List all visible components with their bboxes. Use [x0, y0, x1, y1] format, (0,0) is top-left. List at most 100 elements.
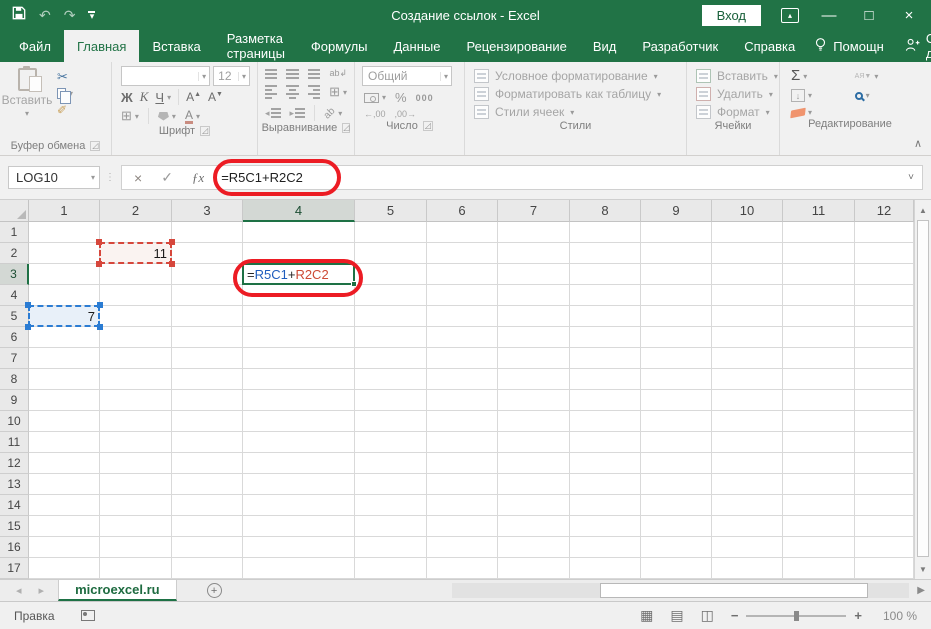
customize-qat-icon[interactable]: ▾ — [88, 11, 95, 19]
cell-r8c2[interactable] — [100, 369, 172, 390]
cell-r2c4[interactable] — [243, 243, 355, 264]
cell-r15c10[interactable] — [712, 516, 783, 537]
cell-r1c8[interactable] — [570, 222, 641, 243]
undo-icon[interactable]: ↶ — [39, 7, 51, 24]
normal-view-icon[interactable]: ▦ — [640, 607, 653, 624]
cell-r4c4[interactable] — [243, 285, 355, 306]
cell-r6c12[interactable] — [855, 327, 914, 348]
number-format-combo[interactable]: Общий▾ — [362, 66, 452, 86]
cell-r2c6[interactable] — [427, 243, 498, 264]
copy-button[interactable]: ▾ — [57, 88, 73, 99]
cell-r12c7[interactable] — [498, 453, 570, 474]
tab-insert[interactable]: Вставка — [139, 30, 213, 62]
vertical-scrollbar-thumb[interactable] — [917, 220, 929, 557]
cell-r7c10[interactable] — [712, 348, 783, 369]
shrink-font-button[interactable]: А▼ — [208, 90, 223, 104]
cell-r4c1[interactable] — [29, 285, 100, 306]
cell-r15c3[interactable] — [172, 516, 243, 537]
format-as-table-button[interactable]: Форматировать как таблицу▾ — [474, 87, 677, 101]
cell-r4c11[interactable] — [783, 285, 855, 306]
cell-r12c10[interactable] — [712, 453, 783, 474]
scroll-right-icon[interactable]: ▶ — [917, 580, 925, 601]
cell-r1c9[interactable] — [641, 222, 712, 243]
row-header-12[interactable]: 12 — [0, 453, 29, 474]
row-header-13[interactable]: 13 — [0, 474, 29, 495]
cell-r7c6[interactable] — [427, 348, 498, 369]
fill-color-button[interactable]: ▾ — [158, 112, 176, 121]
align-right-icon[interactable] — [308, 85, 320, 99]
cell-r15c1[interactable] — [29, 516, 100, 537]
cell-r6c10[interactable] — [712, 327, 783, 348]
format-cells-button[interactable]: Формат▾ — [696, 105, 770, 119]
cell-r11c10[interactable] — [712, 432, 783, 453]
find-select-button[interactable]: ▾ — [855, 89, 909, 102]
cell-r8c8[interactable] — [570, 369, 641, 390]
cell-r1c7[interactable] — [498, 222, 570, 243]
format-painter-icon[interactable]: ✐ — [57, 105, 73, 116]
cell-r6c5[interactable] — [355, 327, 427, 348]
cell-r5c9[interactable] — [641, 306, 712, 327]
cell-r12c4[interactable] — [243, 453, 355, 474]
cell-r10c4[interactable] — [243, 411, 355, 432]
page-break-view-icon[interactable]: ◫ — [701, 607, 714, 624]
cell-r3c3[interactable] — [172, 264, 243, 285]
column-header-1[interactable]: 1 — [29, 200, 100, 222]
cell-r9c5[interactable] — [355, 390, 427, 411]
cell-r16c10[interactable] — [712, 537, 783, 558]
cell-r3c8[interactable] — [570, 264, 641, 285]
redo-icon[interactable]: ↷ — [64, 7, 76, 24]
cell-r4c2[interactable] — [100, 285, 172, 306]
cell-r13c12[interactable] — [855, 474, 914, 495]
cell-r12c9[interactable] — [641, 453, 712, 474]
row-header-7[interactable]: 7 — [0, 348, 29, 369]
font-name-combo[interactable]: ▾ — [121, 66, 210, 86]
decrease-decimal-icon[interactable]: ,00→ — [395, 109, 417, 119]
cell-r8c11[interactable] — [783, 369, 855, 390]
cell-r17c6[interactable] — [427, 558, 498, 579]
align-middle-icon[interactable] — [286, 69, 298, 79]
cell-r11c5[interactable] — [355, 432, 427, 453]
cell-r14c3[interactable] — [172, 495, 243, 516]
cell-r3c9[interactable] — [641, 264, 712, 285]
cell-r13c10[interactable] — [712, 474, 783, 495]
cell-r9c2[interactable] — [100, 390, 172, 411]
font-color-button[interactable]: А▾ — [185, 108, 200, 124]
cell-r1c1[interactable] — [29, 222, 100, 243]
cell-r8c3[interactable] — [172, 369, 243, 390]
cell-r13c11[interactable] — [783, 474, 855, 495]
close-button[interactable]: × — [899, 7, 919, 24]
zoom-slider-thumb[interactable] — [794, 611, 799, 621]
cell-r9c10[interactable] — [712, 390, 783, 411]
delete-cells-button[interactable]: Удалить▾ — [696, 87, 770, 101]
maximize-button[interactable]: □ — [859, 7, 879, 24]
cell-r9c7[interactable] — [498, 390, 570, 411]
save-icon[interactable] — [12, 6, 26, 25]
name-box-dropdown-icon[interactable]: ▾ — [87, 173, 99, 182]
cell-r12c5[interactable] — [355, 453, 427, 474]
cell-r5c4[interactable] — [243, 306, 355, 327]
horizontal-scrollbar[interactable] — [452, 583, 909, 598]
cell-r13c1[interactable] — [29, 474, 100, 495]
cell-r9c3[interactable] — [172, 390, 243, 411]
tab-help[interactable]: Справка — [731, 30, 808, 62]
row-header-1[interactable]: 1 — [0, 222, 29, 243]
cell-r2c10[interactable] — [712, 243, 783, 264]
cell-r4c7[interactable] — [498, 285, 570, 306]
cut-icon[interactable]: ✂ — [57, 71, 73, 82]
cell-r8c7[interactable] — [498, 369, 570, 390]
cell-r5c2[interactable] — [100, 306, 172, 327]
font-dialog-launcher[interactable]: ◿ — [200, 126, 210, 136]
cell-r16c11[interactable] — [783, 537, 855, 558]
cell-r11c4[interactable] — [243, 432, 355, 453]
cell-r9c4[interactable] — [243, 390, 355, 411]
cell-r5c10[interactable] — [712, 306, 783, 327]
cell-r17c11[interactable] — [783, 558, 855, 579]
align-left-icon[interactable] — [265, 85, 277, 99]
cell-r6c2[interactable] — [100, 327, 172, 348]
sign-in-button[interactable]: Вход — [702, 5, 761, 26]
insert-cells-button[interactable]: Вставить▾ — [696, 69, 770, 83]
borders-button[interactable]: ⊞▾ — [121, 108, 139, 124]
cell-r16c6[interactable] — [427, 537, 498, 558]
cell-r1c10[interactable] — [712, 222, 783, 243]
cell-r17c4[interactable] — [243, 558, 355, 579]
